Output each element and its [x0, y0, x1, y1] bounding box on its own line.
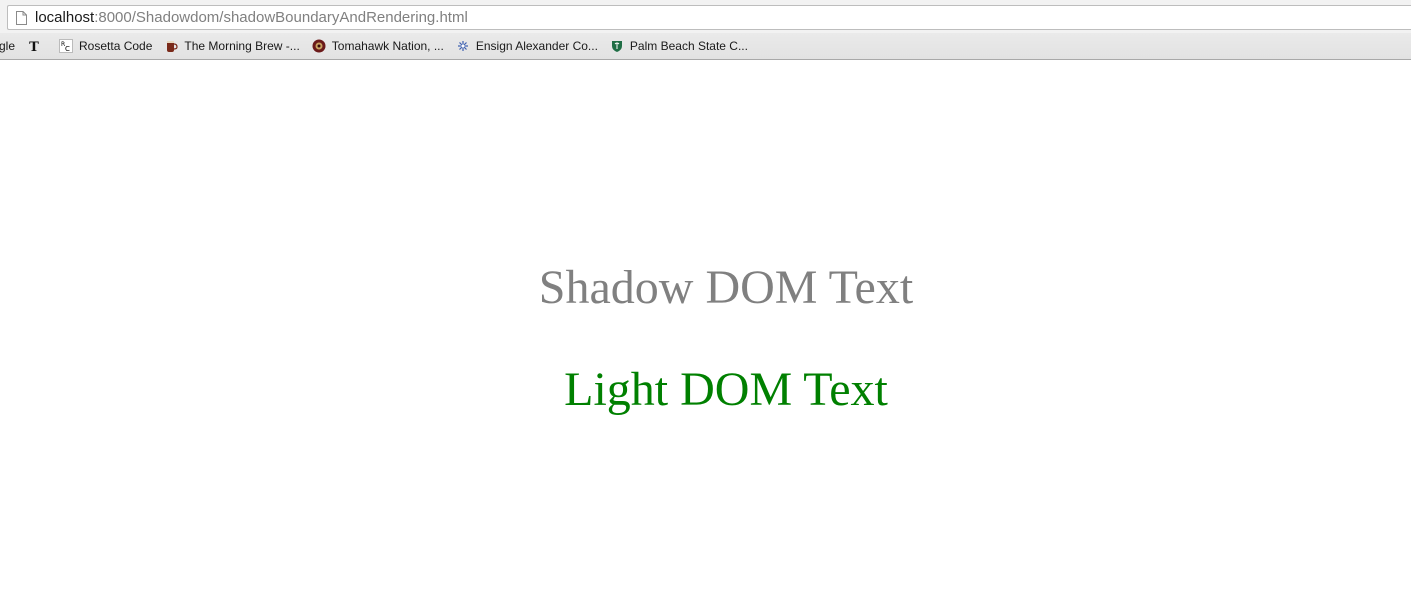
page-icon: [16, 10, 27, 25]
bookmark-tomahawk-nation[interactable]: Tomahawk Nation, ...: [306, 35, 450, 57]
bookmarks-bar: gle T R C Rosetta Code The Morning Brew …: [0, 33, 1411, 60]
light-dom-text: Light DOM Text: [564, 363, 888, 416]
svg-text:C: C: [65, 45, 70, 53]
address-bar[interactable]: localhost:8000/Shadowdom/shadowBoundaryA…: [7, 5, 1411, 30]
bookmark-palm-beach-state[interactable]: Palm Beach State C...: [604, 35, 754, 57]
bookmark-label: Rosetta Code: [79, 39, 153, 53]
morning-brew-icon: [164, 39, 179, 53]
bookmark-ensign-alexander[interactable]: Ensign Alexander Co...: [450, 35, 604, 57]
ensign-icon: [456, 39, 470, 53]
bookmark-label: The Morning Brew -...: [184, 39, 300, 53]
bookmark-morning-brew[interactable]: The Morning Brew -...: [158, 35, 305, 57]
svg-text:T: T: [29, 40, 39, 53]
bookmark-google[interactable]: gle: [0, 35, 21, 57]
url-host: localhost: [35, 9, 95, 26]
url-text[interactable]: localhost:8000/Shadowdom/shadowBoundaryA…: [35, 5, 468, 30]
browser-chrome: localhost:8000/Shadowdom/shadowBoundaryA…: [0, 0, 1411, 60]
bookmark-nytimes[interactable]: T: [21, 35, 53, 57]
url-path: :8000/Shadowdom/shadowBoundaryAndRenderi…: [94, 9, 468, 26]
bookmark-label: Palm Beach State C...: [629, 39, 748, 53]
rosetta-code-icon: R C: [59, 39, 74, 53]
bookmark-rosetta-code[interactable]: R C Rosetta Code: [53, 35, 158, 57]
page-content: Shadow DOM Text Light DOM Text: [0, 60, 1411, 613]
bookmark-label: Ensign Alexander Co...: [475, 39, 598, 53]
bookmark-label: Tomahawk Nation, ...: [331, 39, 444, 53]
shadow-dom-text: Shadow DOM Text: [538, 261, 914, 314]
tomahawk-nation-icon: [312, 39, 326, 53]
palm-beach-state-icon: [610, 39, 624, 53]
nytimes-icon: T: [27, 39, 41, 53]
bookmark-label: gle: [0, 39, 16, 53]
